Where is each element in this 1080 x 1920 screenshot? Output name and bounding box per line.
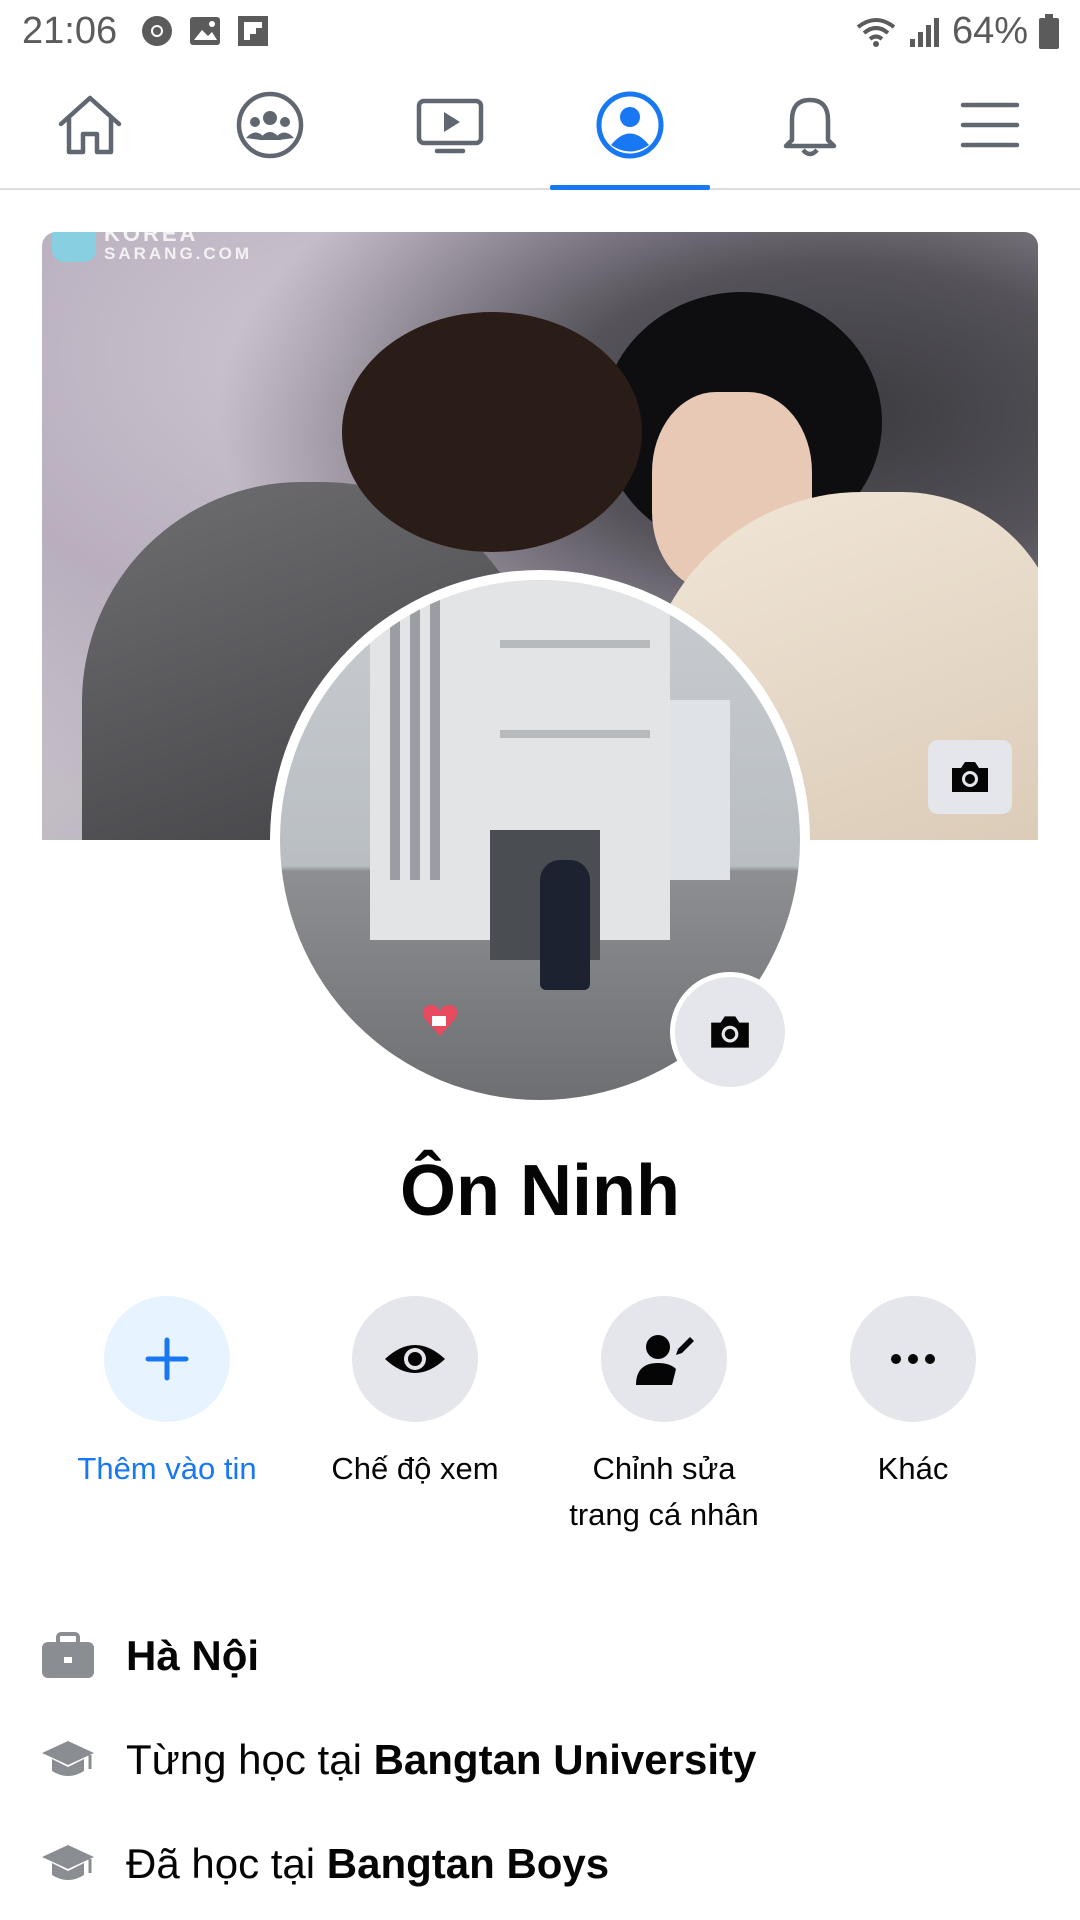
cover-watermark-badge — [52, 232, 96, 262]
heart-sticker — [422, 1005, 458, 1036]
work-location-value: Hà Nội — [126, 1632, 260, 1679]
profile-icon — [596, 91, 664, 159]
profile-picture-person — [540, 860, 590, 990]
tab-notifications[interactable] — [730, 62, 890, 188]
chrome-icon — [142, 16, 172, 46]
home-icon — [58, 95, 122, 155]
view-as-circle[interactable] — [352, 1296, 478, 1422]
cover-figure-hair-left — [342, 312, 642, 552]
more-icon — [891, 1354, 935, 1364]
add-to-story-circle[interactable] — [104, 1296, 230, 1422]
wifi-icon — [856, 17, 896, 47]
went-to-prefix: Đã học tại — [126, 1840, 316, 1887]
camera-icon — [952, 762, 988, 792]
groups-icon — [236, 91, 304, 159]
eye-icon — [385, 1345, 445, 1373]
tab-profile[interactable] — [550, 62, 710, 190]
profile-picture-balcony — [500, 730, 650, 738]
graduation-cap-icon — [40, 1732, 96, 1788]
add-to-story-button[interactable]: Thêm vào tin — [42, 1296, 292, 1492]
profile-picture-stripe — [430, 580, 440, 880]
edit-profile-picture-button[interactable] — [670, 972, 790, 1092]
studied-at-prefix: Từng học tại — [126, 1736, 362, 1783]
video-icon — [416, 98, 484, 154]
briefcase-icon — [40, 1628, 96, 1684]
intro-work-location[interactable]: Hà Nội — [40, 1628, 259, 1684]
more-button[interactable]: Khác — [788, 1296, 1038, 1492]
work-location-text: Hà Nội — [126, 1632, 259, 1680]
bell-icon — [783, 97, 837, 157]
view-as-button[interactable]: Chế độ xem — [290, 1296, 540, 1492]
system-icons: 64% — [854, 10, 1060, 53]
edit-profile-label: Chỉnh sửa trang cá nhân — [569, 1451, 759, 1532]
signal-icon — [909, 17, 939, 47]
edit-profile-button[interactable]: Chỉnh sửa trang cá nhân — [539, 1296, 789, 1538]
tab-groups[interactable] — [190, 62, 350, 188]
went-to-text: Đã học tại Bangtan Boys — [126, 1840, 609, 1888]
view-as-label: Chế độ xem — [331, 1451, 499, 1486]
went-to-school[interactable]: Bangtan Boys — [327, 1840, 609, 1887]
cover-watermark-bottom: SARANG.COM — [104, 244, 253, 263]
status-time: 21:06 — [22, 10, 118, 52]
tab-watch[interactable] — [370, 62, 530, 188]
gallery-icon — [190, 17, 220, 45]
edit-cover-photo-button[interactable] — [928, 740, 1012, 814]
tab-menu[interactable] — [910, 62, 1070, 188]
intro-studied-at[interactable]: Từng học tại Bangtan University — [40, 1732, 756, 1788]
battery-icon — [1039, 13, 1059, 49]
cover-watermark: KOREA SARANG.COM — [104, 232, 252, 264]
add-to-story-label: Thêm vào tin — [77, 1451, 257, 1486]
cover-watermark-top: KOREA — [104, 232, 199, 246]
hamburger-icon — [960, 102, 1020, 148]
more-label: Khác — [877, 1451, 949, 1486]
profile-picture-stripe — [390, 580, 400, 880]
battery-percent: 64% — [951, 10, 1028, 52]
edit-profile-icon — [636, 1335, 694, 1385]
status-bar: 21:06 64% — [0, 0, 1080, 62]
studied-at-text: Từng học tại Bangtan University — [126, 1736, 756, 1784]
camera-icon — [711, 1016, 749, 1048]
profile-picture-stripe — [410, 580, 420, 880]
graduation-cap-icon — [40, 1836, 96, 1892]
notification-icons — [140, 14, 270, 48]
more-circle[interactable] — [850, 1296, 976, 1422]
studied-at-school[interactable]: Bangtan University — [374, 1736, 757, 1783]
top-nav-bar — [0, 62, 1080, 190]
profile-picture-tower — [670, 700, 730, 880]
edit-profile-circle[interactable] — [601, 1296, 727, 1422]
flipboard-icon — [238, 16, 268, 46]
profile-name: Ôn Ninh — [400, 1151, 680, 1231]
profile-picture-balcony — [500, 640, 650, 648]
intro-went-to[interactable]: Đã học tại Bangtan Boys — [40, 1836, 609, 1892]
plus-icon — [145, 1337, 189, 1381]
tab-home[interactable] — [10, 62, 170, 188]
